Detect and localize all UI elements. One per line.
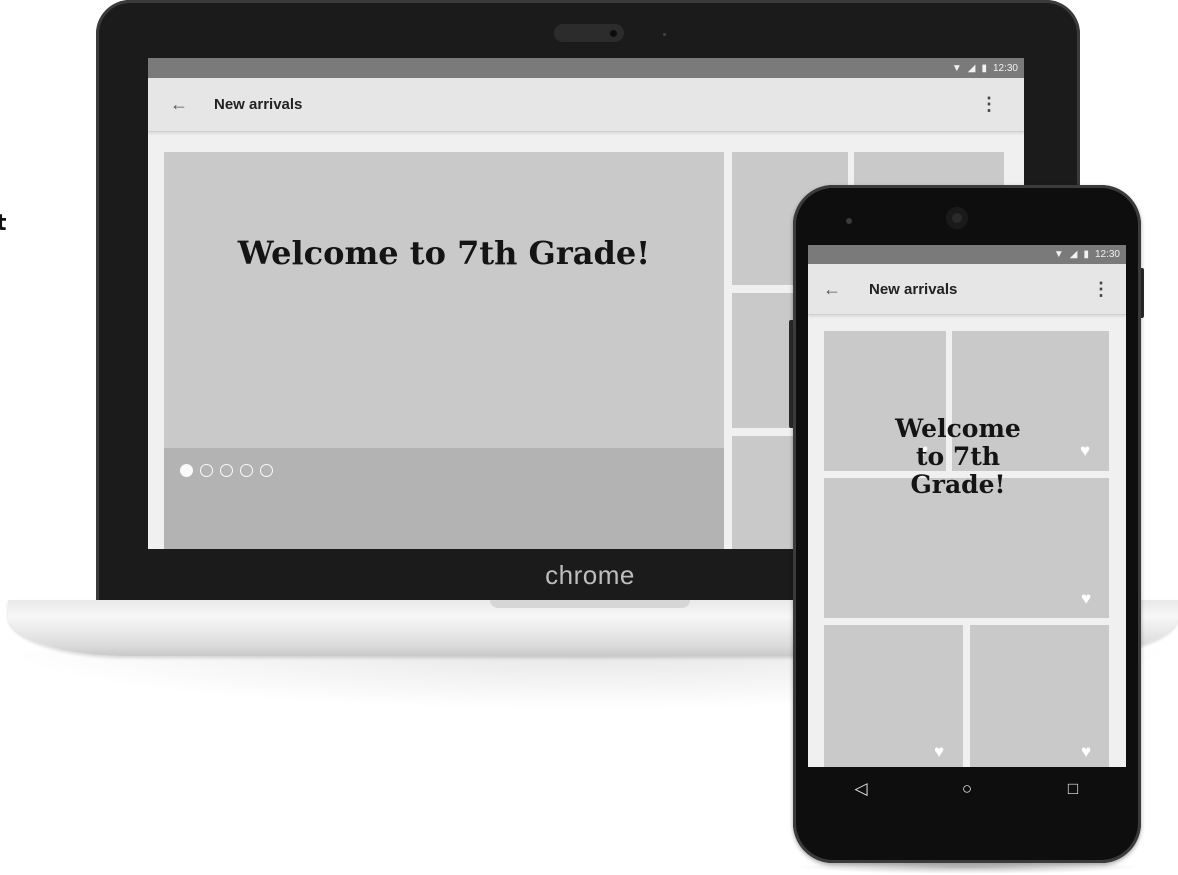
laptop-microphone xyxy=(663,33,666,36)
battery-icon: ▮ xyxy=(1083,249,1089,260)
heart-icon[interactable]: ♥ xyxy=(1081,743,1091,760)
wifi-icon: ▼ xyxy=(951,62,962,74)
hero-title-line: to 7th xyxy=(915,442,1001,471)
battery-icon: ▮ xyxy=(981,62,987,74)
page-title: New arrivals xyxy=(869,280,958,298)
phone-app-toolbar: ← New arrivals ⋮ xyxy=(808,264,1126,315)
carousel-dot-4[interactable] xyxy=(240,464,253,477)
signal-icon: ◢ xyxy=(1069,249,1078,260)
hero-title-line: Welcome xyxy=(895,414,1021,443)
phone-front-camera xyxy=(946,207,968,229)
page-title: New arrivals xyxy=(214,96,303,113)
hero-title: Welcome to 7th Grade! xyxy=(237,234,651,272)
carousel-dot-1[interactable] xyxy=(180,464,193,477)
hero-title-line: Grade! xyxy=(910,470,1006,499)
overflow-menu-icon[interactable]: ⋮ xyxy=(1092,279,1110,300)
cut-off-text: t xyxy=(0,211,7,236)
hero-title: Welcome to 7th Grade! xyxy=(848,415,1068,499)
hero-carousel[interactable]: Welcome to 7th Grade! xyxy=(164,152,724,549)
hero-footer xyxy=(164,448,724,549)
laptop-brand-logo: chrome xyxy=(545,560,635,590)
wifi-icon: ▼ xyxy=(1053,249,1064,260)
laptop-hinge-notch xyxy=(490,600,690,608)
back-arrow-icon[interactable]: ← xyxy=(823,279,841,300)
status-time: 12:30 xyxy=(1094,249,1120,260)
carousel-dot-5[interactable] xyxy=(260,464,273,477)
carousel-pagination xyxy=(180,464,273,477)
phone-sensor xyxy=(846,218,852,224)
laptop-app-toolbar: ← New arrivals ⋮ xyxy=(148,78,1024,132)
signal-icon: ◢ xyxy=(967,62,976,74)
phone-screen: ▼ ◢ ▮ 12:30 ← New arrivals ⋮ ♥ ♥ ♥ ♥ ♥ W… xyxy=(808,245,1126,767)
phone-navigation-bar: ◁ ○ □ xyxy=(808,767,1126,811)
carousel-dot-2[interactable] xyxy=(200,464,213,477)
laptop-camera-lens xyxy=(610,30,617,37)
nav-back-icon[interactable]: ◁ xyxy=(841,779,881,799)
grid-tile[interactable] xyxy=(824,478,1109,618)
overflow-menu-icon[interactable]: ⋮ xyxy=(980,94,998,115)
heart-icon[interactable]: ♥ xyxy=(1081,590,1091,607)
laptop-status-bar: ▼ ◢ ▮ 12:30 xyxy=(148,58,1024,78)
nav-recents-icon[interactable]: □ xyxy=(1053,779,1093,799)
carousel-dot-3[interactable] xyxy=(220,464,233,477)
phone-status-bar: ▼ ◢ ▮ 12:30 xyxy=(808,245,1126,264)
status-time: 12:30 xyxy=(992,62,1018,74)
back-arrow-icon[interactable]: ← xyxy=(170,94,188,115)
heart-icon[interactable]: ♥ xyxy=(1080,442,1090,459)
nav-home-icon[interactable]: ○ xyxy=(947,779,987,799)
heart-icon[interactable]: ♥ xyxy=(934,743,944,760)
